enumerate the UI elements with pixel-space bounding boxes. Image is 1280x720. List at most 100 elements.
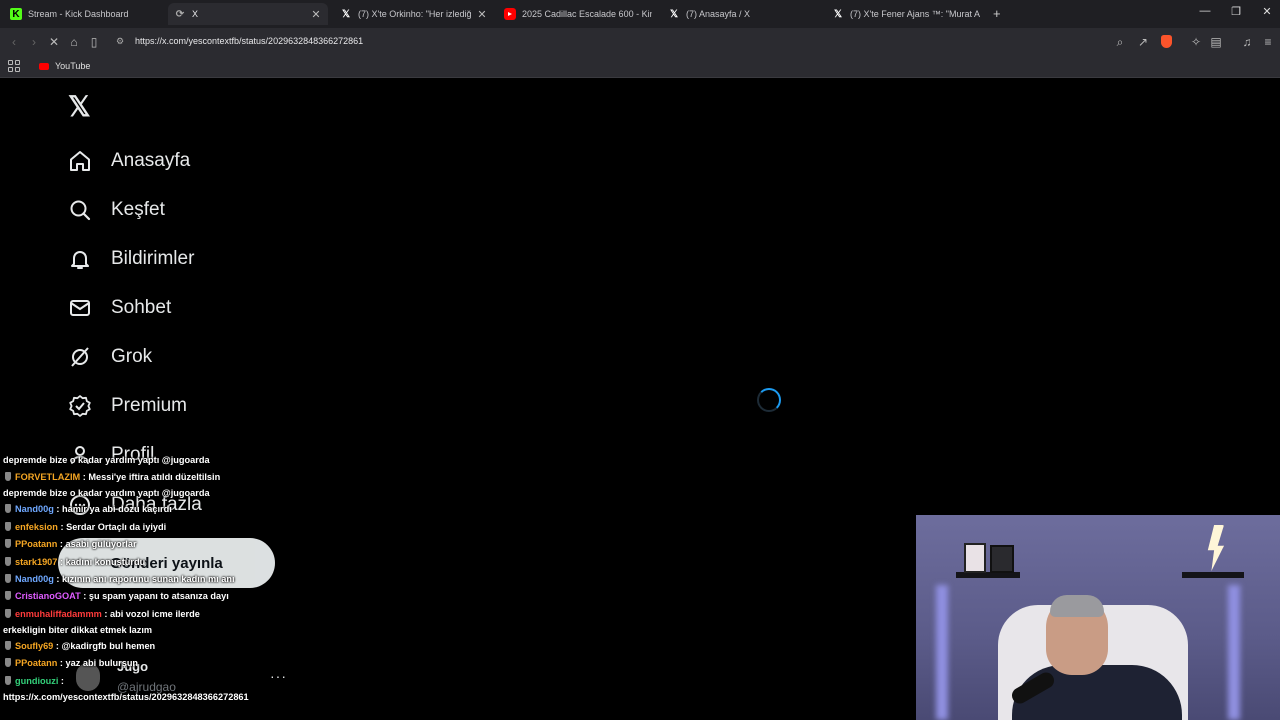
apps-grid-icon[interactable] <box>8 60 20 72</box>
x-logo-icon[interactable]: 𝕏 <box>68 93 94 121</box>
new-tab-icon[interactable]: + <box>993 6 1001 21</box>
bookmark-icon[interactable]: ▯ <box>85 33 103 51</box>
extensions-icon[interactable]: ✧ <box>1187 33 1205 51</box>
sidebar-icon[interactable]: ▤ <box>1207 33 1225 51</box>
brave-shields-icon[interactable] <box>1161 35 1172 48</box>
browser-tab[interactable]: 𝕏 (7) X'te Fener Ajans ™: "Murat Aşıc <box>826 3 986 25</box>
browser-tab[interactable]: 2025 Cadillac Escalade 600 - King Of <box>498 3 658 25</box>
bookmark-youtube[interactable]: YouTube <box>39 61 90 71</box>
chat-message: CristianoGOAT : şu spam yapanı to atsanı… <box>3 588 303 605</box>
chat-message: PPoatann : asabi gülüyorlar <box>3 536 303 553</box>
nav-grok[interactable]: Grok <box>66 342 152 372</box>
chat-text: kızının anı raporunu sunan kadın mı anı <box>61 574 235 585</box>
minimize-icon[interactable]: — <box>1197 5 1213 17</box>
chat-username: Nand00g <box>15 504 54 515</box>
nav-explore[interactable]: Keşfet <box>66 195 165 225</box>
led-light <box>1228 585 1240 720</box>
address-bar[interactable]: ⚙ https://x.com/yescontextfb/status/2029… <box>110 32 1190 52</box>
screen: K Stream - Kick Dashboard ⟳ X ✕ 𝕏 (7) X'… <box>0 0 1280 720</box>
chat-message: stark1907 : kadını konuşturdu <box>3 554 303 571</box>
user-badge-icon <box>5 640 11 650</box>
zoom-icon[interactable]: ⌕ <box>1111 33 1129 51</box>
chat-username: gundiouzi <box>15 675 59 686</box>
chat-message: gundiouzi : https://x.com/yescontextfb/s… <box>3 673 249 705</box>
nav-messages[interactable]: Sohbet <box>66 293 171 323</box>
grok-icon <box>66 343 94 371</box>
verified-badge-icon <box>66 392 94 420</box>
chat-message: Soufly69 : @kadirgfb bul hemen <box>3 638 303 655</box>
chat-username: PPoatann <box>15 658 58 669</box>
stop-icon[interactable]: ✕ <box>45 33 63 51</box>
url-text: https://x.com/yescontextfb/status/202963… <box>135 36 364 46</box>
bell-icon <box>66 245 94 273</box>
browser-tab[interactable]: 𝕏 (7) X'te Orkinho: "Her izlediğimde ✕ <box>334 3 494 25</box>
chat-username: CristianoGOAT <box>15 591 81 602</box>
browser-tabstrip: K Stream - Kick Dashboard ⟳ X ✕ 𝕏 (7) X'… <box>0 0 1280 28</box>
user-badge-icon <box>5 556 11 566</box>
loading-spinner <box>757 388 781 412</box>
user-badge-icon <box>5 675 11 685</box>
youtube-icon <box>504 8 516 20</box>
loading-icon: ⟳ <box>175 8 185 20</box>
search-icon <box>66 196 94 224</box>
chat-username: enmuhaliffadammm <box>15 608 102 619</box>
youtube-icon <box>39 62 49 70</box>
chat-text: yaz abi bulurşun <box>65 658 139 669</box>
browser-tab[interactable]: 𝕏 (7) Anasayfa / X <box>662 3 822 25</box>
chat-separator: : <box>57 658 66 669</box>
browser-toolbar: ‹ › ✕ ⌂ ▯ ⚙ https://x.com/yescontextfb/s… <box>0 28 1280 56</box>
picture-frame <box>990 545 1014 573</box>
nav-home[interactable]: Anasayfa <box>66 146 190 176</box>
forward-icon[interactable]: › <box>25 33 43 51</box>
user-badge-icon <box>5 504 11 514</box>
user-badge-icon <box>5 658 11 668</box>
close-tab-icon[interactable]: ✕ <box>310 8 322 21</box>
nav-premium[interactable]: Premium <box>66 391 187 421</box>
wall-shelf <box>1182 572 1244 578</box>
site-info-icon[interactable]: ⚙ <box>116 36 128 48</box>
share-icon[interactable]: ↗ <box>1134 33 1152 51</box>
bookmarks-bar: YouTube <box>0 56 1280 78</box>
chat-username: FORVETLAZIM <box>15 472 81 483</box>
chat-text: Serdar Ortaçlı da iyiydi <box>66 521 167 532</box>
led-light <box>936 585 948 720</box>
chat-text: https://x.com/yescontextfb/status/202963… <box>3 691 249 702</box>
nav-notifications[interactable]: Bildirimler <box>66 244 194 274</box>
chat-separator: : <box>53 574 62 585</box>
chat-message: enfeksion : Serdar Ortaçlı da iyiydi <box>3 519 303 536</box>
browser-tab-active[interactable]: ⟳ X ✕ <box>168 3 328 25</box>
chat-separator: : <box>57 556 66 567</box>
media-icon[interactable]: ♫ <box>1238 33 1256 51</box>
x-logo-icon: 𝕏 <box>833 8 843 20</box>
home-icon <box>66 147 94 175</box>
chat-separator: : <box>101 608 110 619</box>
back-icon[interactable]: ‹ <box>5 33 23 51</box>
chat-text: kadını konuşturdu <box>65 556 146 567</box>
user-badge-icon <box>5 472 11 482</box>
x-logo-icon: 𝕏 <box>341 8 351 20</box>
chat-separator: : <box>58 675 64 686</box>
user-badge-icon <box>5 539 11 549</box>
chat-username: stark1907 <box>15 556 58 567</box>
chat-separator: : <box>57 521 67 532</box>
close-window-icon[interactable]: ✕ <box>1259 5 1275 18</box>
restore-icon[interactable]: ❐ <box>1228 5 1244 18</box>
x-logo-icon: 𝕏 <box>669 8 679 20</box>
chat-text: hamir ya abi dozu kaçırdı <box>61 504 172 515</box>
chat-username: Soufly69 <box>15 640 54 651</box>
home-icon[interactable]: ⌂ <box>65 33 83 51</box>
menu-icon[interactable]: ≡ <box>1259 33 1277 51</box>
streamer-hair <box>1050 595 1104 617</box>
mail-icon <box>66 294 94 322</box>
chat-username: enfeksion <box>15 521 58 532</box>
chat-separator: : <box>53 504 62 515</box>
user-badge-icon <box>5 521 11 531</box>
user-badge-icon <box>5 574 11 584</box>
webcam-overlay <box>916 515 1280 720</box>
chat-message: Nand00g : kızının anı raporunu sunan kad… <box>3 571 303 588</box>
kick-icon: K <box>10 8 22 20</box>
chat-username: Nand00g <box>15 574 54 585</box>
chat-text: depremde bize o kadar yardım yaptı @jugo… <box>3 455 210 465</box>
close-tab-icon[interactable]: ✕ <box>476 8 488 21</box>
browser-tab[interactable]: K Stream - Kick Dashboard <box>4 3 164 25</box>
